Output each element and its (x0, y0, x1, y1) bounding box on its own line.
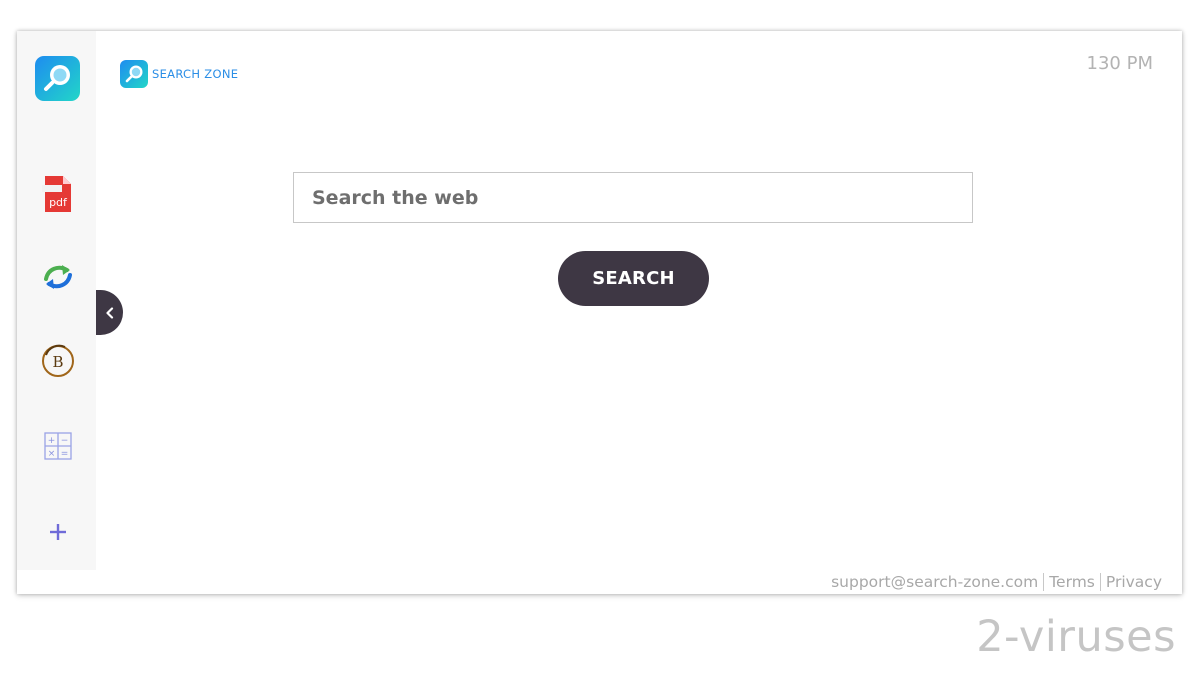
chevron-left-icon (105, 306, 113, 319)
sidebar-item-add[interactable] (35, 509, 80, 554)
footer-divider (1043, 573, 1045, 591)
svg-text:=: = (60, 449, 68, 459)
sidebar-item-converter[interactable] (35, 254, 80, 299)
sidebar-item-bitcoin[interactable]: B (35, 338, 80, 383)
svg-text:+: + (47, 436, 55, 446)
footer-links: support@search-zone.com Terms Privacy (831, 572, 1162, 592)
brand-name: SEARCH ZONE (152, 67, 239, 81)
clock-time: 130 PM (1086, 53, 1153, 74)
svg-text:B: B (52, 353, 63, 371)
support-email-link[interactable]: support@search-zone.com (831, 573, 1038, 591)
brand-logo[interactable]: SEARCH ZONE (120, 60, 238, 88)
sidebar-item-calculator[interactable]: + − × = (35, 423, 80, 468)
svg-text:pdf: pdf (49, 196, 68, 209)
watermark-text: 2-viruses (976, 612, 1176, 662)
calculator-icon: + − × = (43, 431, 72, 460)
sidebar-item-pdf[interactable]: pdf (35, 171, 80, 216)
svg-text:×: × (47, 449, 55, 459)
search-button[interactable]: SEARCH (558, 251, 709, 306)
magnifier-icon (120, 60, 148, 88)
bitcoin-icon: B (41, 344, 74, 377)
terms-link[interactable]: Terms (1049, 573, 1095, 591)
magnifier-icon (35, 56, 80, 101)
svg-text:−: − (60, 436, 68, 446)
sidebar-collapse-button[interactable] (96, 290, 123, 335)
search-input[interactable] (293, 172, 973, 223)
sidebar-item-search-zone[interactable] (35, 56, 80, 101)
privacy-link[interactable]: Privacy (1106, 573, 1162, 591)
plus-icon (49, 523, 66, 540)
pdf-file-icon: pdf (41, 175, 71, 212)
sidebar: pdf B + − × = (17, 31, 96, 570)
newtab-window: pdf B + − × = SEARCH ZONE 130 PM Search … (17, 31, 1182, 594)
sync-arrows-icon (43, 264, 72, 289)
footer-divider (1099, 573, 1101, 591)
